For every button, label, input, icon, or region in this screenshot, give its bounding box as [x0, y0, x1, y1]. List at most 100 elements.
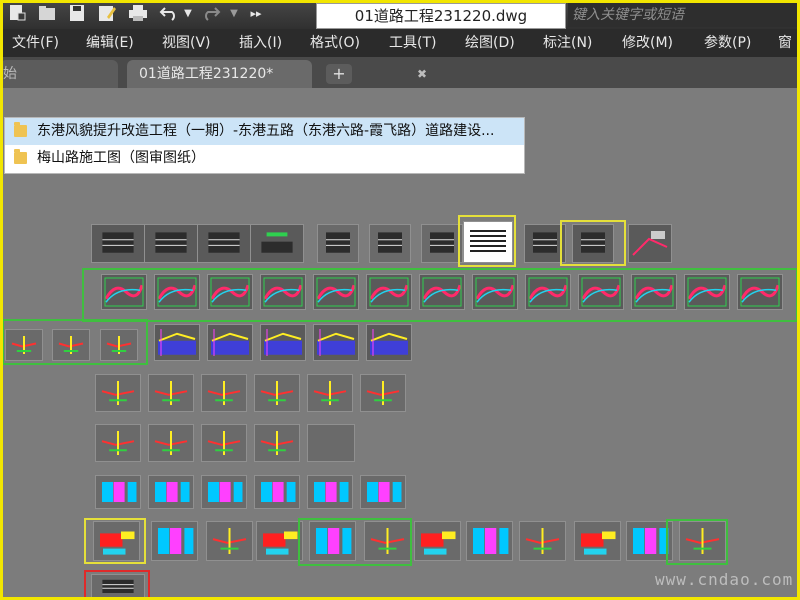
drawing-sheet-thumbnail[interactable]: [313, 324, 359, 361]
menu-edit[interactable]: 编辑(E): [86, 29, 134, 57]
menu-view[interactable]: 视图(V): [162, 29, 211, 57]
drawing-sheet-thumbnail[interactable]: [466, 521, 513, 561]
drawing-sheet-thumbnail[interactable]: [307, 475, 353, 509]
drawing-sheet-thumbnail[interactable]: [472, 274, 518, 310]
menu-bar: 文件(F) 编辑(E) 视图(V) 插入(I) 格式(O) 工具(T) 绘图(D…: [0, 29, 800, 57]
drawing-sheet-thumbnail[interactable]: [260, 274, 306, 310]
folder-popup: 东港风貌提升改造工程（一期）-东港五路（东港六路-霞飞路）道路建设... 梅山路…: [4, 117, 525, 174]
chevron-down-icon[interactable]: ▼: [182, 3, 194, 25]
drawing-sheet-thumbnail[interactable]: [463, 221, 513, 263]
drawing-sheet-thumbnail[interactable]: [256, 521, 303, 561]
drawing-sheet-thumbnail[interactable]: [524, 224, 566, 263]
drawing-sheet-thumbnail[interactable]: [525, 274, 571, 310]
save-as-icon[interactable]: [96, 3, 118, 25]
drawing-sheet-thumbnail[interactable]: [574, 521, 621, 561]
drawing-sheet-thumbnail[interactable]: [5, 329, 43, 361]
drawing-sheet-thumbnail[interactable]: [360, 475, 406, 509]
drawing-sheet-thumbnail[interactable]: [154, 274, 200, 310]
menu-dimension[interactable]: 标注(N): [543, 29, 592, 57]
drawing-sheet-thumbnail[interactable]: [154, 324, 200, 361]
drawing-sheet-thumbnail[interactable]: [519, 521, 566, 561]
drawing-sheet-thumbnail[interactable]: [360, 374, 406, 412]
drawing-sheet-thumbnail[interactable]: [578, 274, 624, 310]
drawing-sheet-thumbnail[interactable]: [369, 224, 411, 263]
drawing-sheet-thumbnail[interactable]: [151, 521, 198, 561]
drawing-sheet-thumbnail[interactable]: [414, 521, 461, 561]
drawing-sheet-thumbnail[interactable]: [95, 424, 141, 462]
drawing-sheet-thumbnail[interactable]: [737, 274, 783, 310]
open-folder-icon[interactable]: [36, 3, 58, 25]
drawing-sheet-thumbnail[interactable]: [148, 475, 194, 509]
drawing-sheet-thumbnail[interactable]: [419, 274, 465, 310]
drawing-sheet-thumbnail[interactable]: [207, 324, 253, 361]
folder-list-item[interactable]: 东港风貌提升改造工程（一期）-东港五路（东港六路-霞飞路）道路建设...: [5, 118, 524, 145]
save-icon[interactable]: [66, 3, 88, 25]
drawing-sheet-thumbnail[interactable]: [366, 324, 412, 361]
drawing-sheet-thumbnail[interactable]: [100, 329, 138, 361]
drawing-sheet-thumbnail[interactable]: [250, 224, 304, 263]
folder-name: 梅山路施工图（图审图纸）: [37, 150, 205, 166]
menu-modify[interactable]: 修改(M): [622, 29, 673, 57]
drawing-sheet-thumbnail[interactable]: [254, 424, 300, 462]
drawing-sheet-thumbnail[interactable]: [95, 374, 141, 412]
tab-document[interactable]: 01道路工程231220* ✖: [127, 60, 427, 88]
tab-start[interactable]: 始: [0, 60, 118, 88]
tab-document-label: 01道路工程231220*: [139, 66, 274, 82]
drawing-sheet-thumbnail[interactable]: [679, 521, 726, 561]
new-file-icon[interactable]: [6, 3, 28, 25]
drawing-sheet-thumbnail[interactable]: [309, 521, 356, 561]
drawing-sheet-thumbnail[interactable]: [684, 274, 730, 310]
menu-tools[interactable]: 工具(T): [389, 29, 436, 57]
folder-icon: [14, 122, 27, 137]
drawing-sheet-thumbnail[interactable]: [95, 475, 141, 509]
folder-icon: [14, 149, 27, 164]
undo-icon[interactable]: [158, 3, 180, 25]
drawing-sheet-thumbnail[interactable]: [206, 521, 253, 561]
drawing-sheet-thumbnail[interactable]: [307, 374, 353, 412]
drawing-sheet-thumbnail[interactable]: [201, 424, 247, 462]
drawing-sheet-thumbnail[interactable]: [144, 224, 198, 263]
menu-insert[interactable]: 插入(I): [239, 29, 282, 57]
drawing-sheet-thumbnail[interactable]: [93, 521, 140, 561]
drawing-sheet-thumbnail[interactable]: [364, 521, 411, 561]
drawing-sheet-thumbnail[interactable]: [201, 475, 247, 509]
folder-list-item[interactable]: 梅山路施工图（图审图纸）: [5, 145, 524, 172]
menu-file[interactable]: 文件(F): [12, 29, 59, 57]
drawing-sheet-thumbnail[interactable]: [260, 324, 306, 361]
document-tab-bar: 始 01道路工程231220* ✖: [0, 57, 800, 88]
drawing-sheet-thumbnail[interactable]: [313, 274, 359, 310]
drawing-sheet-thumbnail[interactable]: [148, 374, 194, 412]
plus-icon[interactable]: +: [326, 64, 352, 84]
drawing-sheet-thumbnail[interactable]: [628, 224, 672, 263]
drawing-sheet-thumbnail[interactable]: [91, 574, 145, 600]
tab-start-label: 始: [3, 66, 17, 82]
drawing-sheet-thumbnail[interactable]: [201, 374, 247, 412]
menu-draw[interactable]: 绘图(D): [465, 29, 515, 57]
drawing-sheet-thumbnail[interactable]: [572, 224, 614, 263]
drawing-sheet-thumbnail[interactable]: [631, 274, 677, 310]
drawing-sheet-thumbnail[interactable]: [366, 274, 412, 310]
drawing-sheet-thumbnail[interactable]: [52, 329, 90, 361]
drawing-sheet-thumbnail[interactable]: [421, 224, 463, 263]
drawing-sheet-thumbnail[interactable]: [197, 224, 251, 263]
drawing-sheet-thumbnail[interactable]: [207, 274, 253, 310]
drawing-sheet-thumbnail[interactable]: [317, 224, 359, 263]
search-input[interactable]: 键入关键字或短语: [568, 3, 800, 27]
toolbar-overflow-button[interactable]: ▸▸: [246, 3, 266, 25]
drawing-sheet-thumbnail[interactable]: [91, 224, 145, 263]
quick-access-toolbar: ▼ ▼ ▸▸ 01道路工程231220.dwg 键入关键字或短语: [0, 0, 800, 29]
menu-window[interactable]: 窗: [778, 29, 792, 57]
menu-format[interactable]: 格式(O): [310, 29, 360, 57]
chevron-down-icon[interactable]: ▼: [228, 3, 240, 25]
menu-parametric[interactable]: 参数(P): [704, 29, 751, 57]
print-icon[interactable]: [126, 3, 150, 25]
drawing-sheet-thumbnail[interactable]: [254, 475, 300, 509]
drawing-sheet-thumbnail[interactable]: [254, 374, 300, 412]
close-icon[interactable]: ✖: [417, 60, 427, 88]
drawing-sheet-thumbnail[interactable]: [101, 274, 147, 310]
drawing-sheet-thumbnail[interactable]: [148, 424, 194, 462]
drawing-sheet-thumbnail[interactable]: [307, 424, 355, 462]
drawing-sheet-thumbnail[interactable]: [626, 521, 673, 561]
redo-icon[interactable]: [200, 3, 222, 25]
watermark: www.cndao.com: [655, 570, 794, 589]
